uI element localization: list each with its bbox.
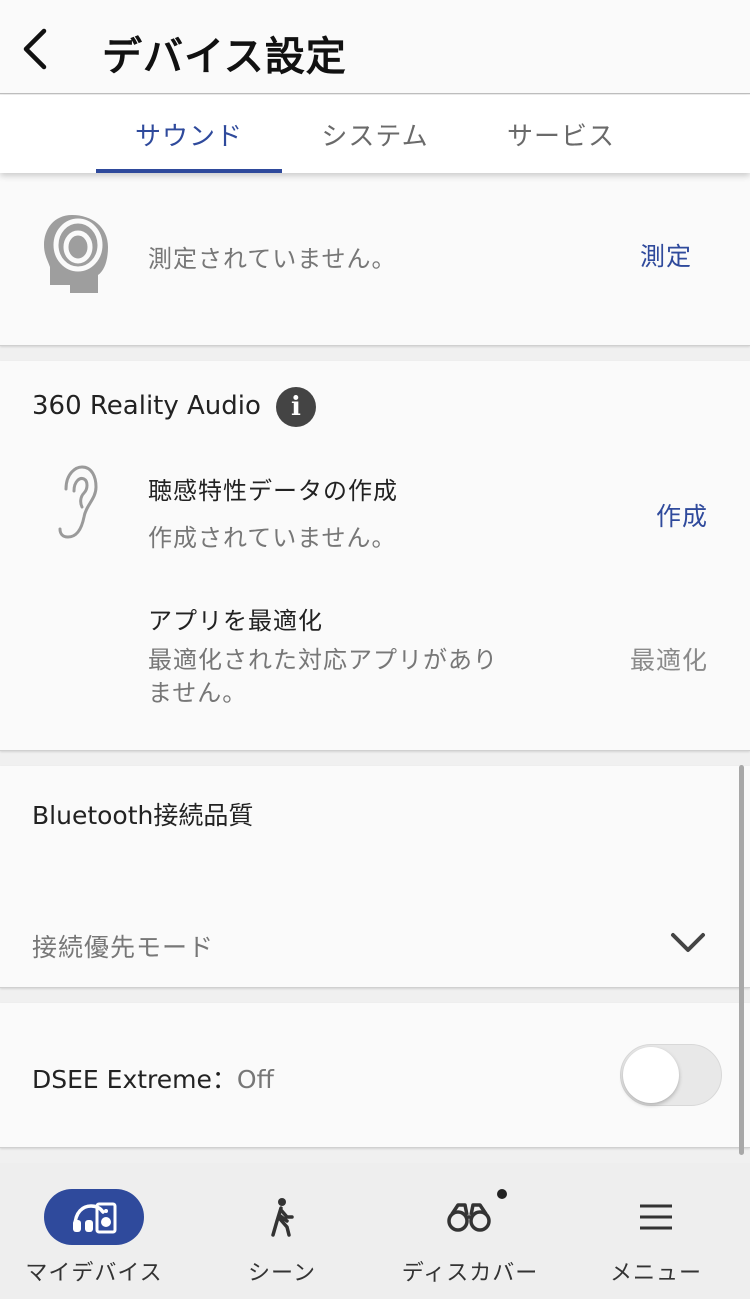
nav-discover[interactable]: ディスカバー: [376, 1163, 564, 1299]
nav-scene-label: シーン: [248, 1261, 316, 1286]
hearing-data-status: 作成されていません。: [148, 524, 397, 552]
nav-menu-icon-bg: [606, 1189, 706, 1245]
optimize-apps-title: アプリを最適化: [148, 607, 323, 635]
dsee-label-group: DSEE Extreme：Off: [32, 1060, 274, 1096]
bottom-navigation: マイデバイス シーン ディスカバー メニュー: [0, 1163, 750, 1299]
walking-person-icon: [271, 1198, 294, 1237]
bluetooth-quality-title: Bluetooth接続品質: [32, 801, 254, 830]
headphones-device-icon: [73, 1202, 117, 1234]
bluetooth-card: Bluetooth接続品質 接続優先モード: [0, 766, 750, 988]
settings-content[interactable]: 測定されていません。 測定 360 Reality Audio i 聴感特性デー…: [0, 173, 750, 1163]
app-header: デバイス設定: [0, 0, 750, 94]
nav-scene[interactable]: シーン: [188, 1163, 376, 1299]
dsee-label: DSEE Extreme：: [32, 1065, 237, 1094]
optimize-button[interactable]: 最適化: [630, 641, 708, 677]
tab-service[interactable]: サービス: [468, 95, 654, 173]
nav-my-device-label: マイデバイス: [25, 1261, 163, 1286]
nav-my-device[interactable]: マイデバイス: [0, 1163, 188, 1299]
measure-button[interactable]: 測定: [640, 237, 692, 273]
tab-sound[interactable]: サウンド: [96, 95, 282, 173]
chevron-down-icon: [671, 933, 705, 952]
connection-mode-label: 接続優先モード: [32, 933, 215, 962]
info-icon[interactable]: i: [276, 387, 316, 427]
nav-menu[interactable]: メニュー: [562, 1163, 750, 1299]
reality-audio-card: 360 Reality Audio i 聴感特性データの作成 作成されていません…: [0, 361, 750, 862]
create-hearing-data-button[interactable]: 作成: [656, 497, 708, 533]
nav-my-device-icon-bg: [44, 1189, 144, 1245]
nav-scene-icon-bg: [232, 1189, 332, 1245]
measure-status: 測定されていません。: [148, 245, 397, 273]
ear-icon: [58, 465, 98, 539]
back-button[interactable]: [10, 22, 60, 76]
scrollbar[interactable]: [739, 765, 744, 1155]
binoculars-icon: [447, 1203, 491, 1232]
hamburger-menu-icon: [640, 1204, 672, 1230]
reality-audio-title: 360 Reality Audio: [32, 391, 261, 421]
tab-system[interactable]: システム: [282, 95, 468, 173]
optimize-apps-status: 最適化された対応アプリがあり ません。: [148, 646, 498, 707]
dsee-toggle[interactable]: [620, 1044, 722, 1106]
hearing-data-title: 聴感特性データの作成: [148, 477, 398, 505]
measure-card: 測定されていません。 測定: [0, 173, 750, 346]
head-headphones-icon: [44, 215, 108, 293]
chevron-left-icon: [23, 28, 47, 70]
nav-menu-label: メニュー: [609, 1261, 702, 1286]
notification-badge: [497, 1189, 507, 1199]
nav-discover-icon-bg: [420, 1189, 520, 1245]
tab-bar: サウンド システム サービス: [0, 95, 750, 173]
connection-mode-dropdown[interactable]: 接続優先モード: [0, 898, 750, 988]
dsee-value: Off: [236, 1065, 274, 1094]
toggle-knob: [623, 1047, 679, 1103]
page-title: デバイス設定: [102, 34, 347, 80]
nav-discover-label: ディスカバー: [401, 1261, 539, 1286]
